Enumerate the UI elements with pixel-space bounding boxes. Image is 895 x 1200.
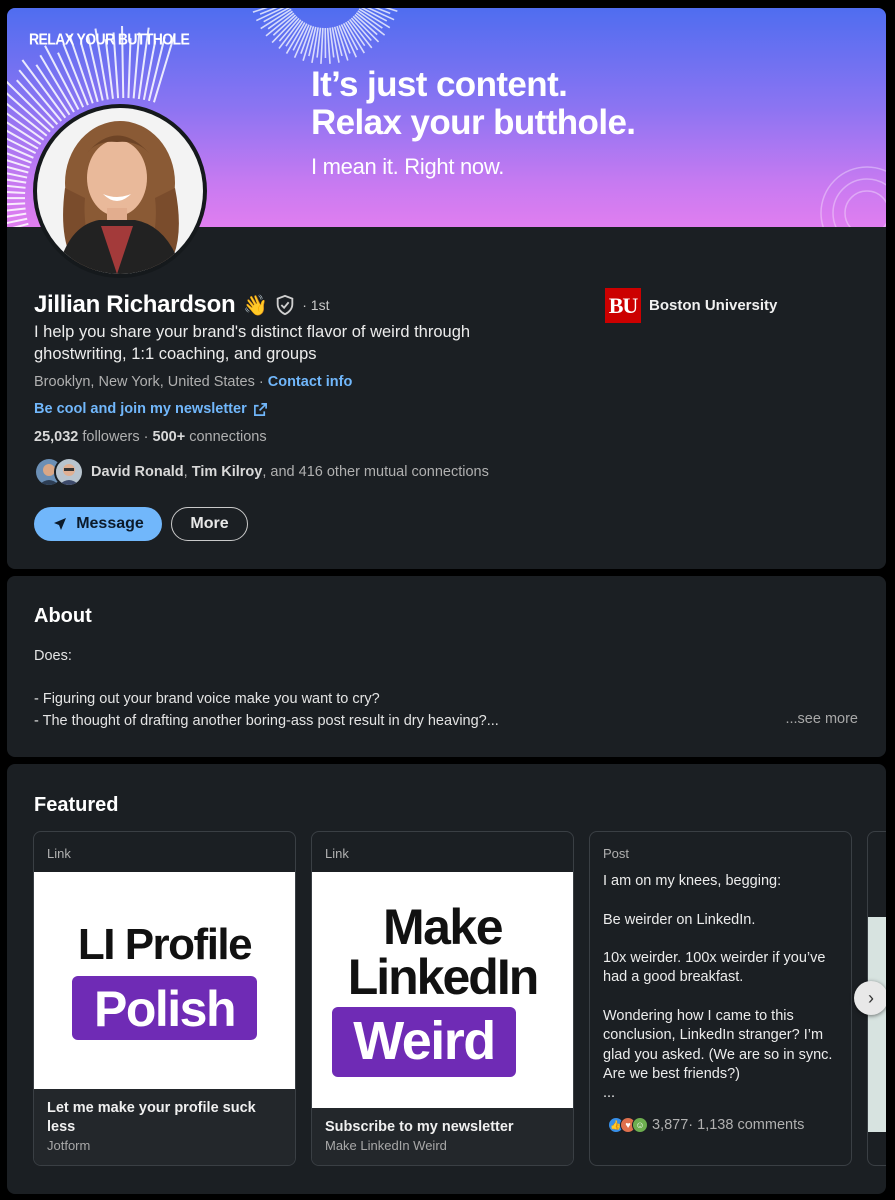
location-row: Brooklyn, New York, United States · Cont… [34, 374, 352, 390]
profile-photo [37, 108, 203, 274]
featured-section: Featured Link LI Profile Polish Let me m… [7, 764, 886, 1194]
support-reaction-icon: ☺ [632, 1117, 648, 1133]
mutual-connections[interactable]: David Ronald, Tim Kilroy, and 416 other … [34, 457, 489, 487]
image-text-line2: LinkedIn [347, 949, 540, 1005]
banner-headline-line1: It’s just content. [311, 65, 568, 104]
mutual-avatars [34, 457, 84, 487]
education-school[interactable]: BU Boston University [605, 288, 777, 323]
post-reactions[interactable]: 👍 ♥ ☺ 3,877 · 1,138 comments [608, 1117, 804, 1133]
featured-item-image: LI Profile Polish [34, 872, 295, 1089]
newsletter-link[interactable]: Be cool and join my newsletter [34, 401, 268, 417]
send-icon [54, 518, 67, 530]
featured-item-title: Subscribe to my newsletter [325, 1119, 514, 1135]
banner-ray [326, 27, 331, 64]
partial-image [868, 917, 886, 1132]
wave-emoji: 👋 [243, 294, 269, 317]
about-text: Does: - Figuring out your brand voice ma… [34, 648, 499, 729]
featured-item-title: Let me make your profile suck less [47, 1100, 256, 1135]
stats-separator: · [139, 429, 153, 445]
featured-item-caption: Let me make your profile suck less Jotfo… [34, 1089, 295, 1165]
banner-subline: I mean it. Right now. [311, 154, 505, 179]
external-link-icon [253, 402, 267, 416]
connection-degree: · 1st [302, 297, 330, 313]
image-text-line2: Polish [93, 981, 237, 1037]
featured-item[interactable]: Link Make LinkedIn Weird Subscribe to my… [311, 831, 574, 1166]
about-title: About [34, 605, 92, 627]
newsletter-link-label: Be cool and join my newsletter [34, 401, 247, 417]
reaction-count: 3,877 [652, 1117, 689, 1133]
featured-item-kind: Link [47, 846, 71, 861]
banner-ray [44, 45, 80, 110]
reaction-icons: 👍 ♥ ☺ [608, 1117, 648, 1133]
comment-count: · 1,138 comments [688, 1117, 805, 1133]
banner-ray [320, 27, 324, 64]
profile-headline: I help you share your brand's distinct f… [34, 323, 471, 363]
followers-label: followers [78, 429, 140, 445]
followers-count: 25,032 [34, 429, 79, 445]
chevron-right-icon[interactable]: › [854, 981, 886, 1015]
profile-location: Brooklyn, New York, United States [34, 374, 255, 390]
featured-item-subtitle: Make LinkedIn Weird [325, 1138, 447, 1153]
banner-headline-line2: Relax your butthole. [311, 103, 636, 142]
banner-ray [7, 191, 26, 194]
mutual-separator: , [183, 464, 192, 480]
message-button[interactable]: Message [34, 507, 162, 541]
location-separator: · [254, 374, 268, 390]
banner-ray [39, 54, 75, 113]
banner-ray [12, 222, 29, 227]
followers-stat[interactable]: 25,032 followers [34, 429, 140, 445]
banner-ray [18, 69, 63, 122]
boston-university-logo: BU [605, 288, 641, 323]
image-text-line1: LI Profile [77, 920, 253, 969]
profile-card: RELAX YOUR BUTTHOLE It’s just content. R… [7, 8, 886, 569]
featured-post[interactable]: Post I am on my knees, begging: Be weird… [589, 831, 852, 1166]
profile-avatar[interactable] [33, 104, 207, 278]
contact-info-link[interactable]: Contact info [268, 374, 353, 390]
profile-name: Jillian Richardson [34, 291, 236, 318]
school-name: Boston University [649, 297, 778, 314]
mutual-name-1: David Ronald [91, 464, 184, 480]
mutual-rest: , and 416 other mutual connections [262, 464, 489, 480]
more-button[interactable]: More [171, 507, 248, 541]
stats-row: 25,032 followers · 500+ connections [34, 429, 267, 445]
post-text: I am on my knees, begging: Be weirder on… [603, 873, 833, 1102]
see-more-link[interactable]: ...see more [785, 711, 858, 727]
about-section: About Does: - Figuring out your brand vo… [7, 576, 886, 757]
profile-name-row: Jillian Richardson 👋 · 1st [34, 291, 329, 319]
mutual-avatar [54, 457, 84, 487]
featured-item-kind: Link [325, 846, 349, 861]
featured-item-image: Make LinkedIn Weird [312, 872, 573, 1108]
connections-count: 500+ [152, 429, 186, 445]
mutual-name-2: Tim Kilroy [191, 464, 263, 480]
banner-tagline: RELAX YOUR BUTTHOLE [29, 30, 190, 48]
verified-shield-icon[interactable] [274, 294, 296, 316]
featured-item-caption: Subscribe to my newsletter Make LinkedIn… [312, 1108, 573, 1165]
featured-item[interactable]: Link LI Profile Polish Let me make your … [33, 831, 296, 1166]
connections-label: connections [185, 429, 267, 445]
connections-stat[interactable]: 500+ connections [153, 429, 267, 445]
featured-item-subtitle: Jotform [47, 1138, 91, 1153]
banner-ray [7, 202, 26, 206]
featured-title: Featured [34, 794, 119, 816]
image-text-line3: Weird [353, 1011, 496, 1071]
message-button-label: Message [76, 515, 144, 532]
featured-item-kind: Post [603, 846, 630, 861]
banner-headline: It’s just content. Relax your butthole. [311, 65, 636, 142]
